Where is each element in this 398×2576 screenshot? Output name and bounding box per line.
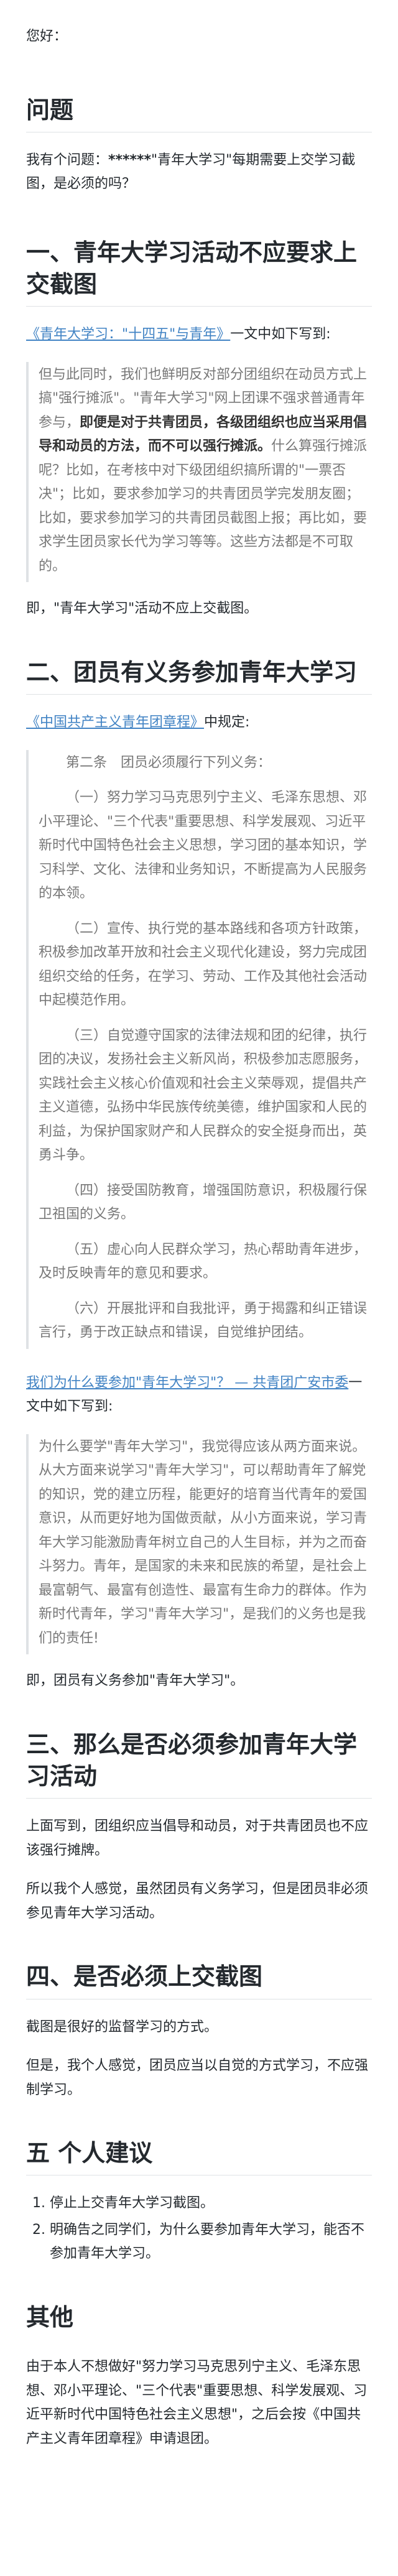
s3-paragraph-2: 所以我个人感觉，虽然团员有义务学习，但是团员非必须参见青年大学习活动。: [26, 1881, 369, 1921]
s1-source-line: 《青年大学习："十四五"与青年》一文中如下写到:: [26, 323, 372, 347]
s2-source-after: 中规定:: [204, 715, 250, 731]
greeting: 您好：: [26, 29, 68, 44]
heading-section-1: 一、青年大学习活动不应要求上交截图: [26, 236, 372, 307]
heading-section-other: 其他: [26, 2302, 74, 2331]
s1-quote-post: 什么算强行摊派呢？比如，在考核中对下级团组织搞所谓的"一票否决"；比如，要求参加…: [39, 438, 368, 574]
s2-charter-quote: 第二条 团员必须履行下列义务： （一）努力学习马克思列宁主义、毛泽东思想、邓小平…: [26, 749, 372, 1349]
s2-duty-item: （四）接受国防教育，增强国防意识，积极履行保卫祖国的义务。: [39, 1182, 368, 1223]
heading-section-4: 四、是否必须上交截图: [26, 1960, 372, 1999]
s2-quote2-text: 为什么要学"青年大学习"，我觉得应该从两方面来说。从大方面来说学习"青年大学习"…: [39, 1439, 368, 1646]
question-prefix: 我有个问题：: [26, 152, 109, 168]
s1-quote-text: 但与此同时，我们也鲜明反对部分团组织在动员方式上搞"强行摊派"。"青年大学习"网…: [39, 363, 372, 579]
s2-source2-link[interactable]: 我们为什么要参加"青年大学习"？ — 共青团广安市委: [26, 1375, 348, 1391]
s1-source-link[interactable]: 《青年大学习："十四五"与青年》: [26, 327, 230, 342]
question-text: 我有个问题：******"青年大学习"每期需要上交学习截图，是必须的吗？: [26, 149, 372, 197]
s1-source-after: 一文中如下写到:: [230, 327, 331, 343]
heading-question: 问题: [26, 94, 372, 132]
s2-conclusion: 即，团员有义务参加"青年大学习"。: [26, 1673, 244, 1689]
s2-duty-item: （二）宣传、执行党的基本路线和各项方针政策，积极参加改革开放和社会主义现代化建设…: [39, 920, 368, 1009]
heading-section-5: 五 个人建议: [26, 2137, 372, 2176]
s4-paragraph-1: 截图是很好的监督学习的方式。: [26, 2019, 218, 2035]
s2-duty-item: （六）开展批评和自我批评，勇于揭露和纠正错误言行，勇于改正缺点和错误，自觉维护团…: [39, 1300, 368, 1341]
s1-conclusion: 即，"青年大学习"活动不应上交截图。: [26, 601, 258, 617]
document-page: 您好： 问题 我有个问题：******"青年大学习"每期需要上交学习截图，是必须…: [0, 0, 398, 2491]
s2-quote-title: 第二条 团员必须履行下列义务：: [66, 754, 272, 771]
s2-quote2: 为什么要学"青年大学习"，我觉得应该从两方面来说。从大方面来说学习"青年大学习"…: [26, 1434, 372, 1655]
s2-source2-line: 我们为什么要参加"青年大学习"？ — 共青团广安市委一文中如下写到:: [26, 1371, 372, 1419]
s4-paragraph-2: 但是，我个人感觉，团员应当以自觉的方式学习，不应强制学习。: [26, 2058, 369, 2098]
suggestion-list: 停止上交青年大学习截图。 明确告之同学们，为什么要参加青年大学习，能否不参加青年…: [26, 2192, 372, 2266]
s2-duty-item: （五）虚心向人民群众学习，热心帮助青年进步，及时反映青年的意见和要求。: [39, 1241, 368, 1282]
suggestion-item: 明确告之同学们，为什么要参加青年大学习，能否不参加青年大学习。: [50, 2218, 372, 2266]
suggestion-item: 停止上交青年大学习截图。: [50, 2192, 372, 2216]
question-bold: ******: [108, 152, 152, 168]
s3-paragraph-1: 上面写到，团组织应当倡导和动员，对于共青团员也不应该强行摊牌。: [26, 1818, 369, 1858]
s2-duty-item: （一）努力学习马克思列宁主义、毛泽东思想、邓小平理论、"三个代表"重要思想、科学…: [39, 790, 368, 902]
s1-quote: 但与此同时，我们也鲜明反对部分团组织在动员方式上搞"强行摊派"。"青年大学习"网…: [26, 361, 372, 583]
heading-section-3: 三、那么是否必须参加青年大学习活动: [26, 1728, 372, 1799]
s2-duty-item: （三）自觉遵守国家的法律法规和团的纪律，执行团的决议，发扬社会主义新风尚，积极参…: [39, 1027, 368, 1164]
other-text: 由于本人不想做好"努力学习马克思列宁主义、毛泽东思想、邓小平理论、"三个代表"重…: [26, 2359, 368, 2447]
s2-source-line: 《中国共产主义青年团章程》中规定:: [26, 711, 372, 735]
heading-section-2: 二、团员有义务参加青年大学习: [26, 656, 372, 695]
s2-source-link[interactable]: 《中国共产主义青年团章程》: [26, 715, 204, 730]
